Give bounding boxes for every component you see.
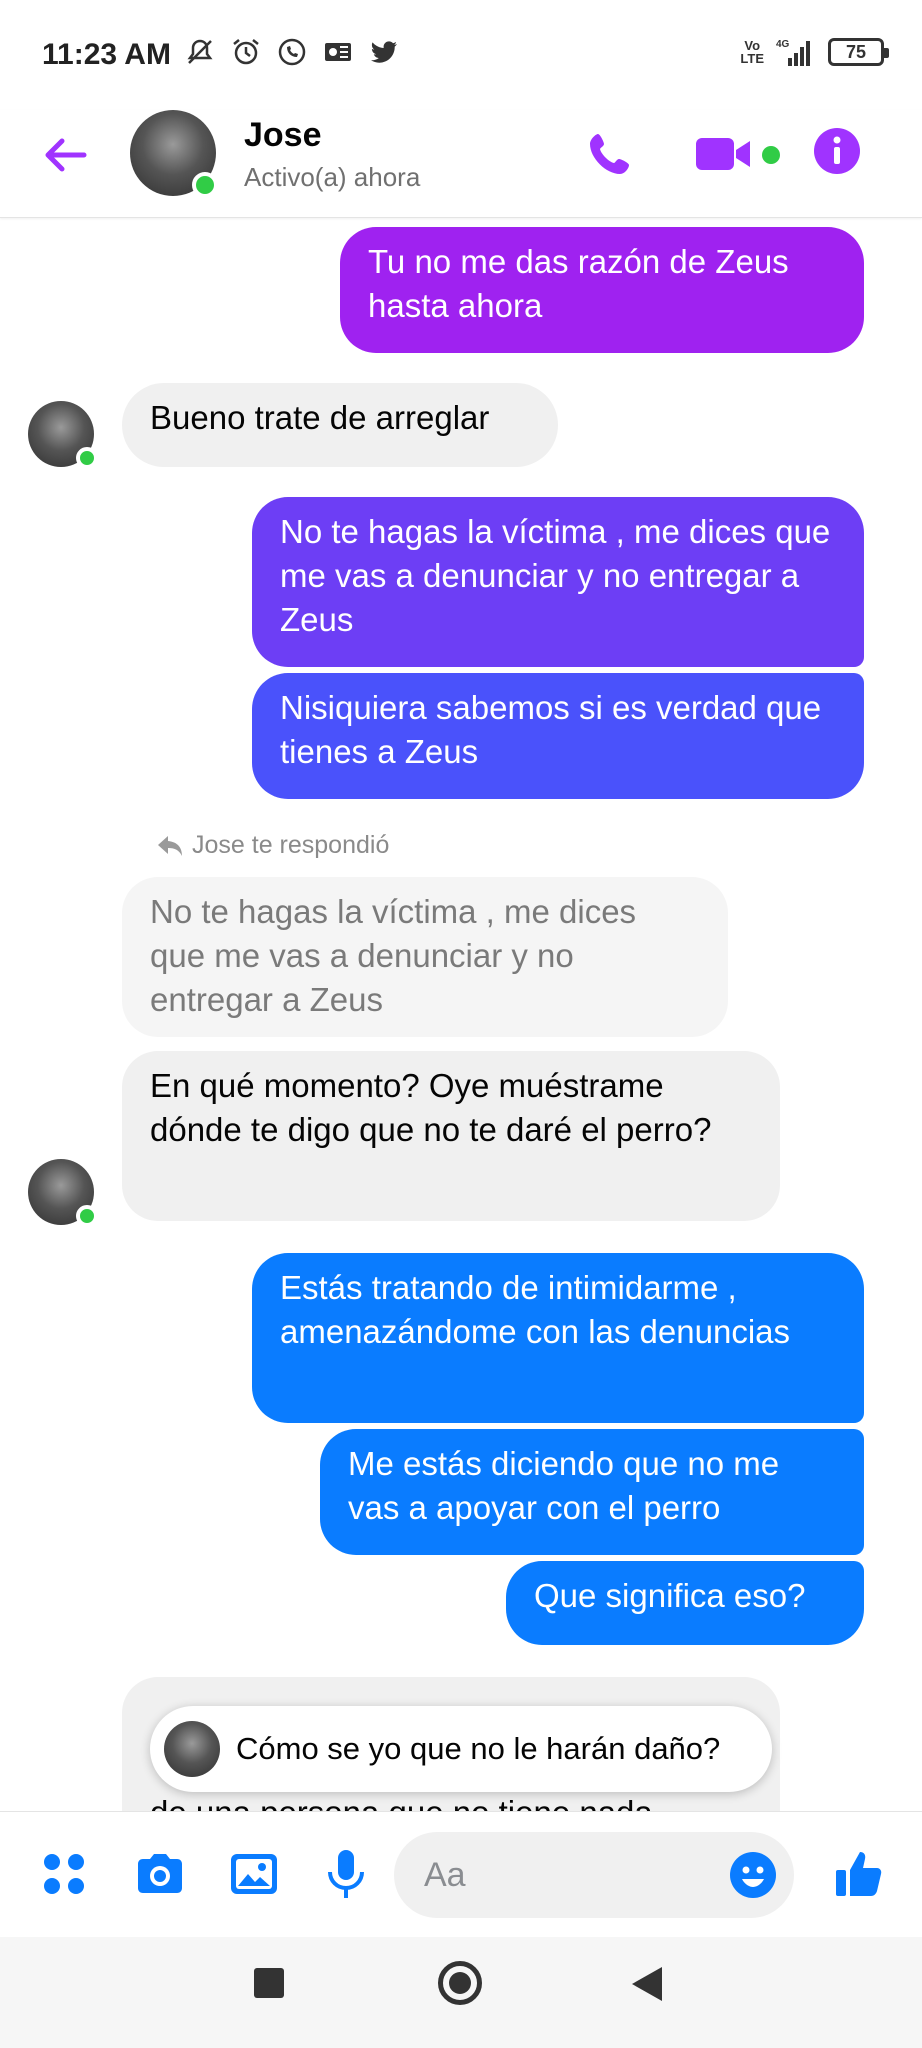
back-arrow-icon[interactable]	[40, 130, 90, 180]
sent-message[interactable]: Estás tratando de intimidarme , amenazán…	[252, 1253, 864, 1423]
contact-avatar[interactable]	[130, 110, 218, 198]
quoted-message[interactable]: No te hagas la víctima , me dices que me…	[122, 877, 728, 1037]
sent-message[interactable]: Que significa eso?	[506, 1561, 864, 1645]
video-available-dot	[762, 146, 780, 164]
status-bar: 11:23 AM Vo LTE 4G 75	[0, 0, 922, 110]
status-notification-icons	[184, 36, 400, 68]
system-navigation-bar	[0, 1937, 922, 2048]
camera-icon[interactable]	[132, 1846, 188, 1902]
sent-message[interactable]: Me estás diciendo que no me vas a apoyar…	[320, 1429, 864, 1555]
mute-icon	[187, 39, 213, 64]
contact-avatar-small[interactable]	[28, 401, 98, 469]
microphone-icon[interactable]	[318, 1846, 374, 1902]
online-status-dot	[192, 172, 218, 198]
svg-text:4G: 4G	[776, 39, 790, 50]
outlook-icon	[325, 43, 351, 61]
gallery-icon[interactable]	[226, 1846, 282, 1902]
info-icon[interactable]	[812, 126, 862, 176]
online-status-dot	[76, 1205, 98, 1227]
message-composer	[0, 1811, 922, 1937]
online-status-dot	[76, 447, 98, 469]
contact-name[interactable]: Jose	[244, 116, 322, 155]
contact-active-status: Activo(a) ahora	[244, 162, 421, 192]
recent-apps-button[interactable]	[254, 1968, 284, 1998]
sent-message[interactable]: No te hagas la víctima , me dices que me…	[252, 497, 864, 667]
battery-indicator: 75	[828, 38, 889, 66]
new-message-preview[interactable]: Cómo se yo que no le harán daño?	[150, 1706, 772, 1792]
video-call-icon[interactable]	[694, 130, 756, 178]
emoji-icon[interactable]	[728, 1850, 778, 1900]
contact-avatar-small[interactable]	[28, 1159, 98, 1227]
sent-message[interactable]: Nisiquiera sabemos si es verdad que tien…	[252, 673, 864, 799]
contact-avatar-small	[164, 1721, 220, 1777]
alarm-icon	[233, 39, 259, 65]
thumbs-up-icon[interactable]	[832, 1846, 888, 1902]
status-time: 11:23 AM	[42, 38, 171, 71]
twitter-icon	[371, 41, 397, 63]
conversation-header: Jose Activo(a) ahora	[0, 110, 922, 218]
home-button[interactable]	[438, 1961, 482, 2005]
reply-indicator: Jose te respondió	[156, 831, 389, 860]
reply-arrow-icon	[158, 835, 182, 856]
status-system-icons: Vo LTE 4G 75	[740, 36, 889, 68]
received-message[interactable]: Bueno trate de arreglar	[122, 383, 558, 467]
sent-message[interactable]: Tu no me das razón de Zeus hasta ahora	[340, 227, 864, 353]
message-list[interactable]: Tu no me das razón de Zeus hasta ahora B…	[0, 219, 922, 1811]
preview-text: Cómo se yo que no le harán daño?	[236, 1731, 721, 1766]
back-button[interactable]	[632, 1967, 662, 2001]
whatsapp-icon	[278, 38, 306, 66]
more-actions-icon[interactable]	[36, 1846, 92, 1902]
received-message[interactable]: En qué momento? Oye muéstrame dónde te d…	[122, 1051, 780, 1221]
phone-call-icon[interactable]	[584, 128, 636, 180]
volte-indicator: Vo LTE	[740, 38, 764, 66]
signal-icon: 4G	[776, 39, 810, 66]
